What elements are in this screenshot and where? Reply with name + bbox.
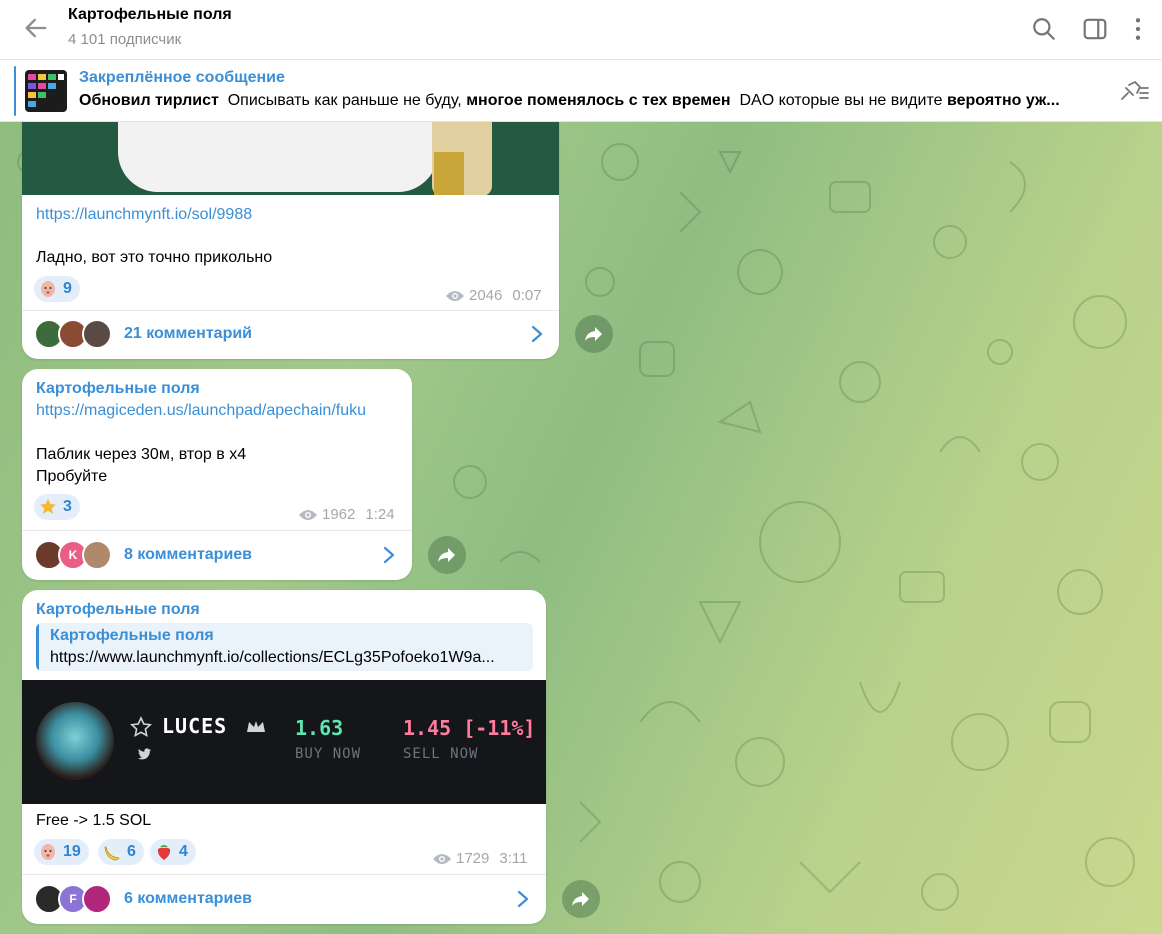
pinned-text-part: Обновил тирлист (79, 92, 219, 109)
message-text-line: Пробуйте (36, 468, 108, 485)
pinned-text-part: DAO которые вы не видите (739, 92, 943, 109)
view-count: 2046 (469, 287, 503, 304)
forward-icon (438, 548, 455, 562)
reaction-strawberry[interactable]: 4 (150, 839, 196, 865)
unpin-icon[interactable] (1118, 78, 1150, 104)
chevron-right-icon (383, 546, 395, 564)
search-icon[interactable] (1031, 16, 1057, 42)
pinned-indicator (14, 66, 16, 116)
forward-icon (585, 327, 602, 341)
buy-price: 1.63 (295, 716, 344, 740)
sell-label: SELL NOW (403, 746, 479, 762)
pinned-text-part: многое поменялось с тех времен (466, 92, 731, 109)
sidebar-toggle-icon[interactable] (1082, 16, 1108, 42)
face-emoji-icon (41, 281, 55, 297)
chevron-right-icon (531, 325, 543, 343)
view-count: 1729 (456, 850, 490, 867)
crown-icon (247, 721, 265, 732)
avatar-letter: K (68, 548, 78, 562)
message-image[interactable] (22, 122, 559, 195)
twitter-icon (138, 748, 151, 760)
avatar (82, 319, 112, 349)
strawberry-emoji-icon (157, 845, 171, 860)
star-outline-icon (130, 716, 152, 738)
forwarded-quote[interactable]: Картофельные поля https://www.launchmynf… (36, 623, 533, 671)
avatar (82, 884, 112, 914)
forward-button[interactable] (562, 880, 600, 918)
commenter-avatars: F (34, 884, 124, 914)
pinned-text-part: вероятно уж... (946, 92, 1060, 109)
reaction-star[interactable]: 3 (34, 494, 80, 520)
commenter-avatars (34, 319, 124, 349)
comments-label: 21 комментарий (124, 325, 253, 342)
message-bubble-1[interactable]: https://launchmynft.io/sol/9988 Ладно, в… (22, 122, 559, 359)
back-arrow-icon[interactable] (22, 14, 50, 42)
message-sender[interactable]: Картофельные поля (36, 601, 200, 619)
message-meta: 1962 1:24 (298, 506, 395, 523)
forward-button[interactable] (428, 536, 466, 574)
chat-header: Картофельные поля 4 101 подписчик (0, 0, 1162, 60)
pinned-message-bar[interactable]: Закреплённое сообщение Обновил тирлист О… (0, 60, 1162, 122)
sell-price: 1.45 [-11%] (403, 716, 536, 740)
buy-label: BUY NOW (295, 746, 362, 762)
face-emoji-icon (41, 844, 55, 860)
reaction-banana[interactable]: 6 (98, 839, 144, 865)
chevron-right-icon (517, 890, 529, 908)
message-link[interactable]: https://magiceden.us/launchpad/apechain/… (36, 402, 366, 420)
collection-name: LUCES (162, 714, 228, 738)
collection-avatar (36, 702, 114, 780)
eye-icon (299, 509, 317, 520)
forward-icon (572, 892, 589, 906)
quote-title: Картофельные поля (50, 627, 214, 644)
quote-text: https://www.launchmynft.io/collections/E… (50, 649, 495, 666)
message-sender[interactable]: Картофельные поля (36, 380, 200, 398)
channel-title[interactable]: Картофельные поля (68, 6, 232, 24)
eye-icon (446, 290, 464, 301)
pinned-title: Закреплённое сообщение (79, 69, 285, 86)
view-count: 1962 (322, 506, 356, 523)
pinned-text-part: Описывать как раньше не буду, (227, 92, 462, 109)
comments-label: 6 комментариев (124, 890, 253, 907)
image-gold (434, 152, 464, 195)
comments-button[interactable]: 21 комментарий (22, 309, 559, 359)
message-time: 0:07 (512, 287, 542, 304)
quote-bar (36, 623, 39, 671)
message-text-line: Паблик через 30м, втор в х4 (36, 446, 247, 463)
message-bubble-3[interactable]: Картофельные поля Картофельные поля http… (22, 590, 546, 924)
link-preview-image[interactable]: LUCES 1.63 BUY NOW 1.45 [-11%] SELL NOW (22, 680, 546, 804)
star-emoji-icon (40, 499, 56, 514)
avatar-letter: F (69, 892, 77, 906)
message-text: Ладно, вот это точно прикольно (36, 249, 273, 266)
message-bubble-2[interactable]: Картофельные поля https://magiceden.us/l… (22, 369, 412, 580)
subscriber-count: 4 101 подписчик (68, 31, 182, 48)
banana-emoji-icon (104, 846, 120, 861)
avatar (82, 540, 112, 570)
message-time: 3:11 (499, 850, 528, 867)
eye-icon (433, 853, 451, 864)
pinned-thumbnail (25, 70, 67, 112)
reaction-face[interactable]: 19 (34, 839, 89, 865)
message-text: Free -> 1.5 SOL (36, 812, 152, 829)
chat-area[interactable]: https://launchmynft.io/sol/9988 Ладно, в… (0, 122, 1162, 934)
reaction-count: 9 (63, 280, 72, 297)
reaction-count: 6 (127, 843, 136, 860)
comments-button[interactable]: F 6 комментариев (22, 874, 546, 924)
reaction-count: 4 (179, 843, 188, 860)
comments-button[interactable]: K 8 комментариев (22, 530, 412, 580)
message-time: 1:24 (365, 506, 395, 523)
reaction-face[interactable]: 9 (34, 276, 80, 302)
image-shirt (118, 122, 438, 192)
commenter-avatars: K (34, 540, 124, 570)
message-meta: 1729 3:11 (432, 850, 527, 867)
forward-button[interactable] (575, 315, 613, 353)
message-link[interactable]: https://launchmynft.io/sol/9988 (36, 206, 252, 224)
pinned-preview-text: Обновил тирлист Описывать как раньше не … (79, 92, 1091, 110)
message-meta: 2046 0:07 (445, 287, 542, 304)
reaction-count: 19 (63, 843, 81, 860)
reaction-count: 3 (63, 498, 72, 515)
more-vertical-icon[interactable] (1125, 16, 1151, 42)
comments-label: 8 комментариев (124, 546, 253, 563)
